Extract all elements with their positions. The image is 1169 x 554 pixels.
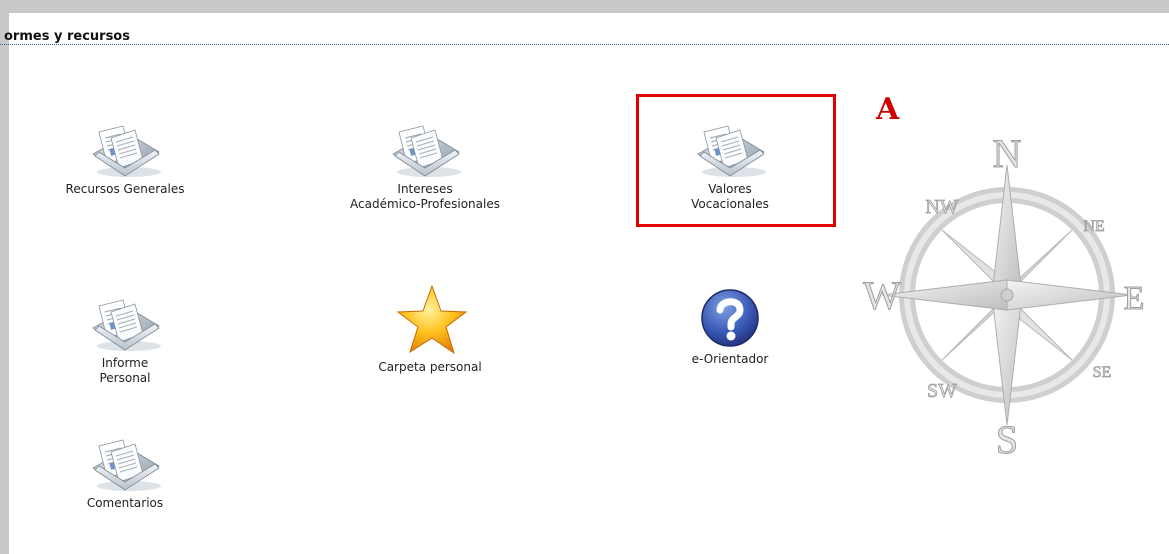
carpeta-personal-label: Carpeta personal (378, 360, 482, 374)
section-header: ormes y recursos (0, 27, 1169, 45)
window-top-border (0, 0, 1169, 13)
informe-personal-label: Informe Personal (99, 356, 151, 385)
compass-west-label: W (863, 273, 901, 318)
highlight-box (636, 94, 836, 227)
folder-documents-icon (85, 120, 165, 180)
star-icon (396, 284, 468, 355)
annotation-label: A (876, 92, 900, 127)
compass-north-label: N (993, 135, 1022, 176)
informe-personal-button[interactable]: Informe Personal (60, 294, 190, 386)
help-question-icon (701, 289, 759, 347)
folder-documents-icon (385, 120, 465, 180)
folder-documents-icon (85, 294, 165, 354)
compass-rose-icon: N S W E NW NE SW SE (863, 135, 1145, 463)
intereses-label: Intereses Académico-Profesionales (350, 182, 500, 211)
compass-east-label: E (1124, 280, 1145, 317)
section-title: ormes y recursos (4, 29, 130, 44)
comentarios-button[interactable]: Comentarios (60, 434, 190, 511)
e-orientador-label: e-Orientador (691, 352, 769, 366)
intereses-button[interactable]: Intereses Académico-Profesionales (325, 120, 525, 212)
window-left-border (0, 0, 9, 554)
compass-south-label: S (996, 417, 1018, 462)
recursos-generales-button[interactable]: Recursos Generales (50, 120, 200, 197)
compass-nw-label: NW (925, 196, 958, 218)
compass-ne-label: NE (1083, 218, 1104, 235)
e-orientador-button[interactable]: e-Orientador (660, 286, 800, 367)
compass-sw-label: SW (927, 380, 957, 402)
comentarios-label: Comentarios (86, 496, 164, 510)
compass-se-label: SE (1093, 364, 1112, 381)
folder-documents-icon (85, 434, 165, 494)
carpeta-personal-button[interactable]: Carpeta personal (355, 282, 505, 375)
recursos-generales-label: Recursos Generales (65, 182, 185, 196)
